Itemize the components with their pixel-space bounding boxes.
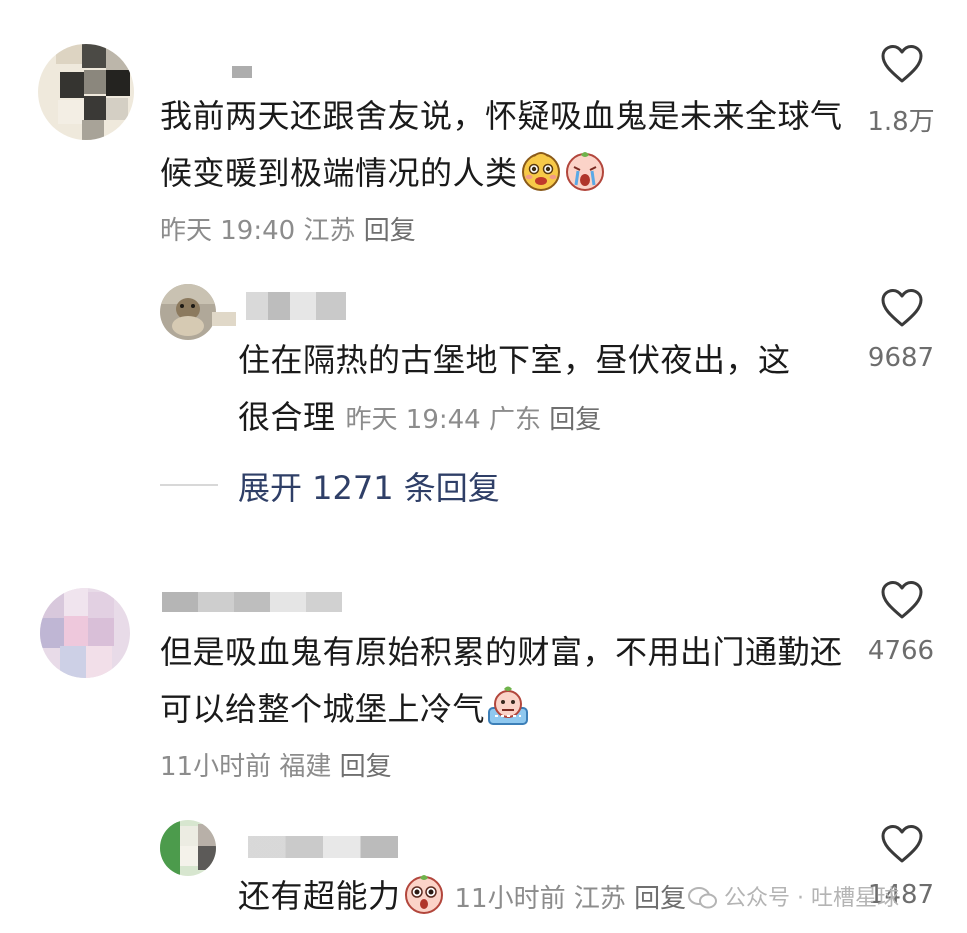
username-blurred[interactable] — [248, 836, 398, 858]
avatar[interactable] — [38, 44, 134, 140]
drooling-emoji — [521, 152, 560, 191]
location: 福建 — [279, 752, 332, 782]
wechat-icon — [688, 887, 717, 909]
username-blurred[interactable] — [246, 292, 346, 320]
timestamp: 11小时前 — [160, 752, 272, 782]
comment-text: 我前两天还跟舍友说，怀疑吸血鬼是未来全球气候变暖到极端情况的人类 — [160, 97, 843, 192]
avatar[interactable] — [40, 588, 130, 678]
location: 广东 — [488, 405, 541, 435]
comment-meta: 昨天 19:40 江苏 回复 — [160, 210, 416, 247]
comment-meta: 昨天 19:44 广东 回复 — [346, 405, 602, 435]
like-count: 1.8万 — [867, 107, 935, 137]
avatar[interactable] — [160, 820, 216, 876]
username-blurred[interactable] — [232, 66, 252, 78]
crying-emoji — [565, 152, 604, 191]
expand-replies-button[interactable]: 展开 1271 条回复 — [238, 463, 500, 509]
timestamp: 11小时前 — [454, 884, 566, 914]
heart-icon[interactable] — [880, 824, 924, 864]
shocked-emoji — [404, 875, 443, 914]
divider — [160, 484, 218, 486]
like-count: 9687 — [867, 343, 935, 373]
comment-meta: 11小时前 江苏 回复 — [455, 884, 687, 914]
avatar[interactable] — [160, 284, 216, 340]
watermark: 公众号 · 吐槽星球 — [688, 880, 899, 912]
comment-text: 但是吸血鬼有原始积累的财富，不用出门通勤还可以给整个城堡上冷气 — [160, 633, 843, 728]
reply-text: 住在隔热的古堡地下室，昼伏夜出，这很合理 昨天 19:44 广东 回复 — [238, 341, 791, 436]
reply-button[interactable]: 回复 — [364, 216, 416, 246]
cold-emoji — [488, 686, 529, 725]
username-blurred-extra — [212, 312, 236, 326]
location: 江苏 — [303, 216, 356, 246]
reply-button[interactable]: 回复 — [340, 752, 392, 782]
reply-button[interactable]: 回复 — [549, 405, 601, 435]
reply-button[interactable]: 回复 — [634, 884, 686, 914]
like-count: 4766 — [867, 636, 935, 666]
heart-icon[interactable] — [880, 580, 924, 620]
comment-meta: 11小时前 福建 回复 — [160, 746, 392, 783]
heart-icon[interactable] — [880, 44, 924, 84]
username-blurred[interactable] — [162, 592, 342, 612]
location: 江苏 — [573, 884, 626, 914]
timestamp: 昨天 19:40 — [160, 216, 296, 246]
timestamp: 昨天 19:44 — [345, 405, 481, 435]
heart-icon[interactable] — [880, 288, 924, 328]
